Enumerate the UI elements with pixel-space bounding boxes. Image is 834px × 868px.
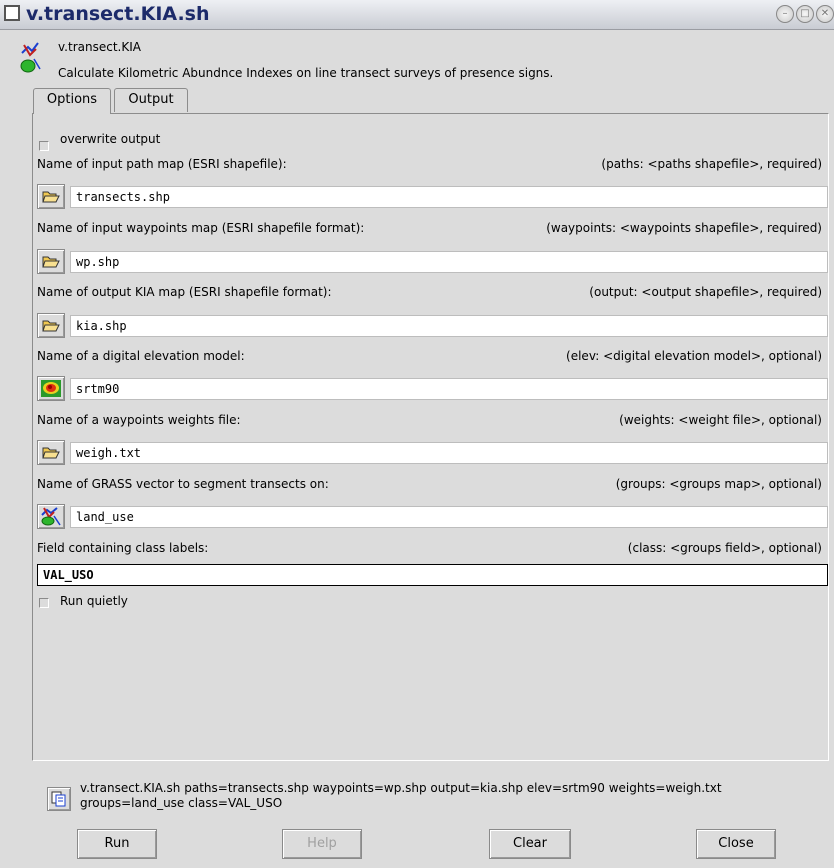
copy-icon bbox=[51, 791, 66, 807]
weights-browse-button[interactable] bbox=[37, 440, 65, 465]
output-label: Name of output KIA map (ESRI shapefile f… bbox=[37, 285, 332, 299]
run-button[interactable]: Run bbox=[77, 829, 157, 859]
weights-input[interactable]: weigh.txt bbox=[70, 442, 828, 464]
overwrite-label: overwrite output bbox=[60, 132, 161, 146]
window-title: v.transect.KIA.sh bbox=[26, 3, 210, 25]
vector-module-icon bbox=[20, 42, 41, 73]
waypoints-input[interactable]: wp.shp bbox=[70, 251, 828, 273]
class-input[interactable]: VAL_USO bbox=[37, 564, 828, 586]
options-panel bbox=[32, 113, 829, 761]
tab-options[interactable]: Options bbox=[33, 88, 111, 114]
title-bar[interactable]: v.transect.KIA.sh – □ ✕ bbox=[0, 0, 834, 30]
overwrite-checkbox[interactable] bbox=[39, 141, 49, 151]
command-preview: v.transect.KIA.sh paths=transects.shp wa… bbox=[80, 781, 800, 811]
waypoints-hint: (waypoints: <waypoints shapefile>, requi… bbox=[546, 221, 822, 235]
command-line-2: groups=land_use class=VAL_USO bbox=[80, 796, 283, 810]
copy-command-button[interactable] bbox=[47, 787, 71, 811]
vector-map-icon bbox=[41, 507, 61, 526]
help-button[interactable]: Help bbox=[282, 829, 362, 859]
module-description: Calculate Kilometric Abundnce Indexes on… bbox=[58, 66, 554, 80]
elev-browse-button[interactable] bbox=[37, 376, 65, 401]
weights-hint: (weights: <weight file>, optional) bbox=[619, 413, 822, 427]
groups-hint: (groups: <groups map>, optional) bbox=[615, 477, 822, 491]
tab-output[interactable]: Output bbox=[114, 88, 188, 112]
paths-browse-button[interactable] bbox=[37, 184, 65, 209]
waypoints-label: Name of input waypoints map (ESRI shapef… bbox=[37, 221, 365, 235]
elev-input[interactable]: srtm90 bbox=[70, 378, 828, 400]
close-button[interactable]: Close bbox=[696, 829, 776, 859]
maximize-icon[interactable]: □ bbox=[796, 5, 814, 23]
output-input[interactable]: kia.shp bbox=[70, 315, 828, 337]
output-hint: (output: <output shapefile>, required) bbox=[589, 285, 822, 299]
folder-open-icon bbox=[42, 191, 60, 203]
output-browse-button[interactable] bbox=[37, 313, 65, 338]
groups-browse-button[interactable] bbox=[37, 504, 65, 529]
weights-label: Name of a waypoints weights file: bbox=[37, 413, 241, 427]
folder-open-icon bbox=[42, 447, 60, 459]
raster-map-icon bbox=[41, 380, 61, 397]
groups-input[interactable]: land_use bbox=[70, 506, 828, 528]
groups-label: Name of GRASS vector to segment transect… bbox=[37, 477, 329, 491]
paths-input[interactable]: transects.shp bbox=[70, 186, 828, 208]
folder-open-icon bbox=[42, 320, 60, 332]
class-hint: (class: <groups field>, optional) bbox=[627, 541, 822, 555]
clear-button[interactable]: Clear bbox=[489, 829, 571, 859]
elev-label: Name of a digital elevation model: bbox=[37, 349, 245, 363]
quiet-label: Run quietly bbox=[60, 594, 128, 608]
minimize-icon[interactable]: – bbox=[776, 5, 794, 23]
class-label: Field containing class labels: bbox=[37, 541, 209, 555]
waypoints-browse-button[interactable] bbox=[37, 249, 65, 274]
close-window-icon[interactable]: ✕ bbox=[816, 5, 834, 23]
module-name: v.transect.KIA bbox=[58, 40, 141, 54]
paths-hint: (paths: <paths shapefile>, required) bbox=[601, 157, 822, 171]
window-menu-icon[interactable] bbox=[4, 5, 20, 21]
folder-open-icon bbox=[42, 256, 60, 268]
elev-hint: (elev: <digital elevation model>, option… bbox=[566, 349, 822, 363]
paths-label: Name of input path map (ESRI shapefile): bbox=[37, 157, 287, 171]
quiet-checkbox[interactable] bbox=[39, 598, 49, 608]
command-line-1: v.transect.KIA.sh paths=transects.shp wa… bbox=[80, 781, 722, 795]
